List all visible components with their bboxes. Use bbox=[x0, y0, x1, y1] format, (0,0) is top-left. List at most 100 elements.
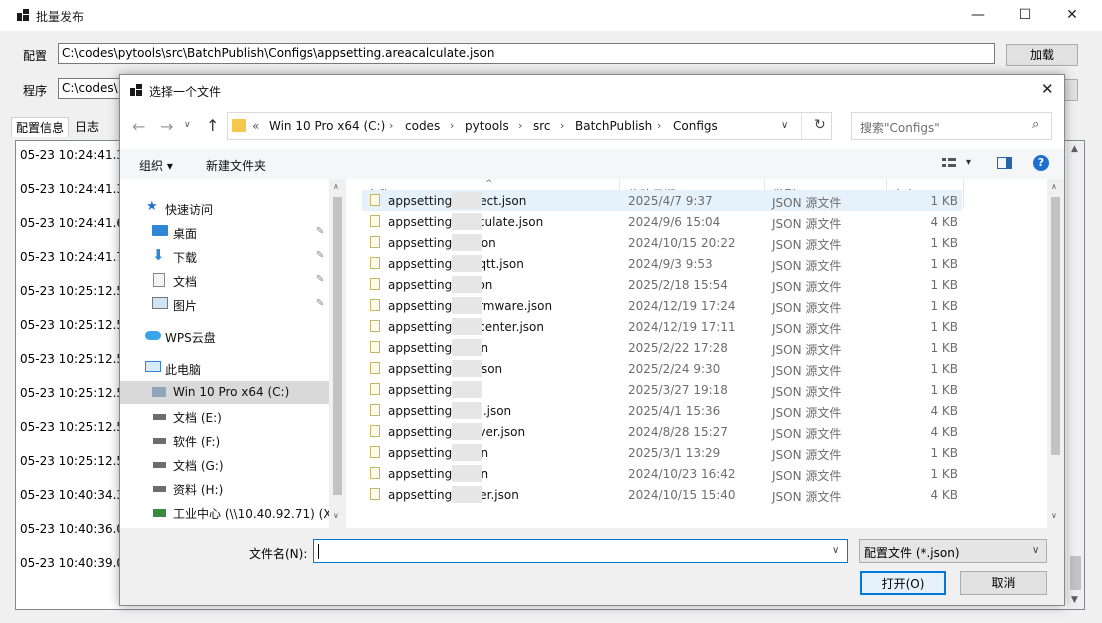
file-row[interactable]: appsetting. t_ucenter.json 2024/12/19 17:… bbox=[362, 316, 962, 337]
file-row[interactable]: appsetting. .json 2025/3/1 13:29 JSON 源文件 1… bbox=[362, 442, 962, 463]
file-type: JSON 源文件 bbox=[772, 238, 842, 252]
file-date: 2025/4/7 9:37 bbox=[628, 194, 713, 208]
nav-drive-f[interactable]: 软件 (F:) bbox=[120, 429, 329, 452]
nav-drive-h[interactable]: 资料 (H:) bbox=[120, 477, 329, 500]
pin-icon[interactable]: ✎ bbox=[316, 251, 324, 261]
open-button[interactable]: 打开(O) bbox=[860, 571, 946, 595]
nav-drive-g-label: 文档 (G:) bbox=[173, 459, 224, 473]
breadcrumb-src[interactable]: src bbox=[533, 119, 551, 133]
file-row[interactable]: appsetting.a etect.json 2025/4/7 9:37 JSON… bbox=[362, 190, 962, 211]
maximize-button[interactable]: ☐ bbox=[1002, 0, 1048, 31]
file-row[interactable]: appsetting. server.json 2024/8/28 15:27 JS… bbox=[362, 421, 962, 442]
filename-dropdown-chevron-icon[interactable]: ∨ bbox=[832, 545, 839, 556]
file-row[interactable]: appsetting. ce.json 2025/2/24 9:30 JSON 源文… bbox=[362, 358, 962, 379]
file-list-scroll-thumb[interactable] bbox=[1051, 197, 1060, 455]
breadcrumb-separator-icon[interactable]: › bbox=[657, 119, 661, 132]
program-browse-button[interactable] bbox=[1064, 79, 1078, 101]
up-arrow-icon[interactable]: ↑ bbox=[206, 116, 219, 135]
breadcrumb-separator-icon[interactable]: › bbox=[389, 119, 393, 132]
file-date: 2024/9/6 15:04 bbox=[628, 215, 721, 229]
scroll-up-icon[interactable]: ∧ bbox=[1051, 182, 1057, 191]
scroll-down-icon[interactable]: ∨ bbox=[333, 511, 339, 520]
close-button[interactable]: ✕ bbox=[1049, 0, 1095, 31]
nav-this-pc[interactable]: 此电脑 bbox=[120, 357, 329, 380]
cancel-button[interactable]: 取消 bbox=[960, 571, 1047, 595]
help-icon[interactable]: ? bbox=[1033, 155, 1049, 171]
nav-drive-x[interactable]: 工业中心 (\\10.40.92.71) (X:) bbox=[120, 501, 340, 524]
file-row[interactable]: appsetting. erver.json 2024/10/15 15:40 JS… bbox=[362, 484, 962, 505]
dialog-bottom-bar: 文件名(N): ∨ 配置文件 (*.json) ∨ 打开(O) 取消 bbox=[120, 528, 1064, 605]
view-options-chevron-icon[interactable]: ▾ bbox=[966, 157, 971, 168]
nav-scrollbar[interactable]: ∧ ∨ bbox=[329, 179, 346, 528]
view-mode-icon[interactable] bbox=[942, 157, 956, 169]
forward-arrow-icon[interactable]: → bbox=[160, 117, 173, 136]
file-row[interactable]: appsetting.b .json 2024/10/15 20:22 JSON 源… bbox=[362, 232, 962, 253]
filename-input[interactable]: ∨ bbox=[313, 539, 848, 563]
log-scrollbar[interactable]: ▲ ▼ bbox=[1067, 141, 1084, 609]
nav-desktop[interactable]: 桌面 ✎ bbox=[120, 221, 329, 244]
organize-button[interactable]: 组织 ▾ bbox=[139, 157, 173, 174]
breadcrumb-overflow[interactable]: « bbox=[252, 119, 259, 133]
preview-pane-icon[interactable] bbox=[997, 157, 1012, 169]
new-folder-button[interactable]: 新建文件夹 bbox=[206, 157, 266, 174]
breadcrumb-drive[interactable]: Win 10 Pro x64 (C:) bbox=[269, 119, 385, 133]
breadcrumb-pytools[interactable]: pytools bbox=[465, 119, 509, 133]
file-row[interactable]: appsetting.a alculate.json 2024/9/6 15:04… bbox=[362, 211, 962, 232]
nav-drive-c[interactable]: Win 10 Pro x64 (C:) bbox=[120, 381, 329, 404]
file-row[interactable]: appsetting. t_firmware.json 2024/12/19 17… bbox=[362, 295, 962, 316]
column-divider[interactable] bbox=[963, 179, 964, 207]
file-type-filter-select[interactable]: 配置文件 (*.json) ∨ bbox=[859, 539, 1047, 563]
search-box[interactable]: 搜索"Configs" ⌕ bbox=[851, 112, 1052, 140]
file-row[interactable]: appsetting. .json 2025/2/22 17:28 JSON 源文件… bbox=[362, 337, 962, 358]
breadcrumb-separator-icon[interactable]: › bbox=[518, 119, 522, 132]
nav-wps-cloud[interactable]: WPS云盘 bbox=[120, 325, 329, 348]
nav-downloads[interactable]: ⬇ 下载 ✎ bbox=[120, 245, 329, 268]
back-arrow-icon[interactable]: ← bbox=[132, 117, 145, 136]
nav-pictures[interactable]: 图片 ✎ bbox=[120, 293, 329, 316]
file-row[interactable]: appsetting. riMqtt.json 2024/9/3 9:53 JSON… bbox=[362, 253, 962, 274]
file-list-scrollbar[interactable]: ∧ ∨ bbox=[1047, 179, 1064, 528]
filter-dropdown-chevron-icon[interactable]: ∨ bbox=[1032, 545, 1039, 556]
dialog-app-icon bbox=[130, 84, 142, 96]
nav-documents[interactable]: 文档 ✎ bbox=[120, 269, 329, 292]
file-list[interactable]: ^ 名称 修改日期 类型 大小 appsetting.a etect.json2… bbox=[346, 179, 1064, 528]
scroll-down-icon[interactable]: ▼ bbox=[1071, 595, 1078, 605]
file-row[interactable]: appsetting.f .json 2025/2/18 15:54 JSON 源文… bbox=[362, 274, 962, 295]
tab-log[interactable]: 日志 bbox=[71, 117, 103, 137]
main-title-bar[interactable]: 批量发布 — ☐ ✕ bbox=[0, 0, 1102, 31]
scroll-up-icon[interactable]: ▲ bbox=[1071, 144, 1078, 154]
dialog-title-bar[interactable]: 选择一个文件 ✕ bbox=[120, 75, 1064, 105]
nav-quick-access[interactable]: ★ 快速访问 bbox=[120, 197, 329, 220]
nav-scroll-thumb[interactable] bbox=[333, 197, 342, 495]
pin-icon[interactable]: ✎ bbox=[316, 275, 324, 285]
address-bar[interactable]: « Win 10 Pro x64 (C:) › codes › pytools … bbox=[227, 112, 832, 140]
minimize-button[interactable]: — bbox=[955, 0, 1001, 31]
program-path-input[interactable]: C:\codes\ bbox=[58, 78, 128, 99]
breadcrumb-configs[interactable]: Configs bbox=[673, 119, 718, 133]
file-row[interactable]: appsetting. on 2025/3/27 19:18 JSON 源文件 1 K… bbox=[362, 379, 962, 400]
nav-drive-g[interactable]: 文档 (G:) bbox=[120, 453, 329, 476]
breadcrumb-codes[interactable]: codes bbox=[405, 119, 440, 133]
breadcrumb-batchpublish[interactable]: BatchPublish bbox=[575, 119, 652, 133]
nav-wps-label: WPS云盘 bbox=[165, 331, 216, 345]
search-icon[interactable]: ⌕ bbox=[1032, 117, 1039, 132]
pin-icon[interactable]: ✎ bbox=[316, 227, 324, 237]
tab-config-info[interactable]: 配置信息 bbox=[11, 117, 70, 137]
breadcrumb-separator-icon[interactable]: › bbox=[450, 119, 454, 132]
open-file-dialog: 选择一个文件 ✕ ← → ∨ ↑ « Win 10 Pro x64 (C:) ›… bbox=[119, 74, 1065, 606]
scroll-down-icon[interactable]: ∨ bbox=[1051, 511, 1057, 520]
file-row[interactable]: appsetting. tain.json 2025/4/1 15:36 JSON … bbox=[362, 400, 962, 421]
nav-drive-e[interactable]: 文档 (E:) bbox=[120, 405, 329, 428]
dialog-close-button[interactable]: ✕ bbox=[1041, 80, 1054, 98]
refresh-icon[interactable]: ↻ bbox=[814, 117, 826, 133]
log-scroll-thumb[interactable] bbox=[1070, 556, 1081, 590]
config-path-input[interactable]: C:\codes\pytools\src\BatchPublish\Config… bbox=[58, 43, 995, 64]
scroll-up-icon[interactable]: ∧ bbox=[333, 182, 339, 191]
nav-documents-label: 文档 bbox=[173, 275, 198, 289]
file-row[interactable]: appsetting. .json 2024/10/23 16:42 JSON 源文… bbox=[362, 463, 962, 484]
breadcrumb-separator-icon[interactable]: › bbox=[560, 119, 564, 132]
recent-locations-chevron-icon[interactable]: ∨ bbox=[184, 120, 191, 130]
load-button[interactable]: 加载 bbox=[1006, 44, 1078, 66]
pin-icon[interactable]: ✎ bbox=[316, 299, 324, 309]
address-dropdown-chevron-icon[interactable]: ∨ bbox=[781, 120, 788, 131]
